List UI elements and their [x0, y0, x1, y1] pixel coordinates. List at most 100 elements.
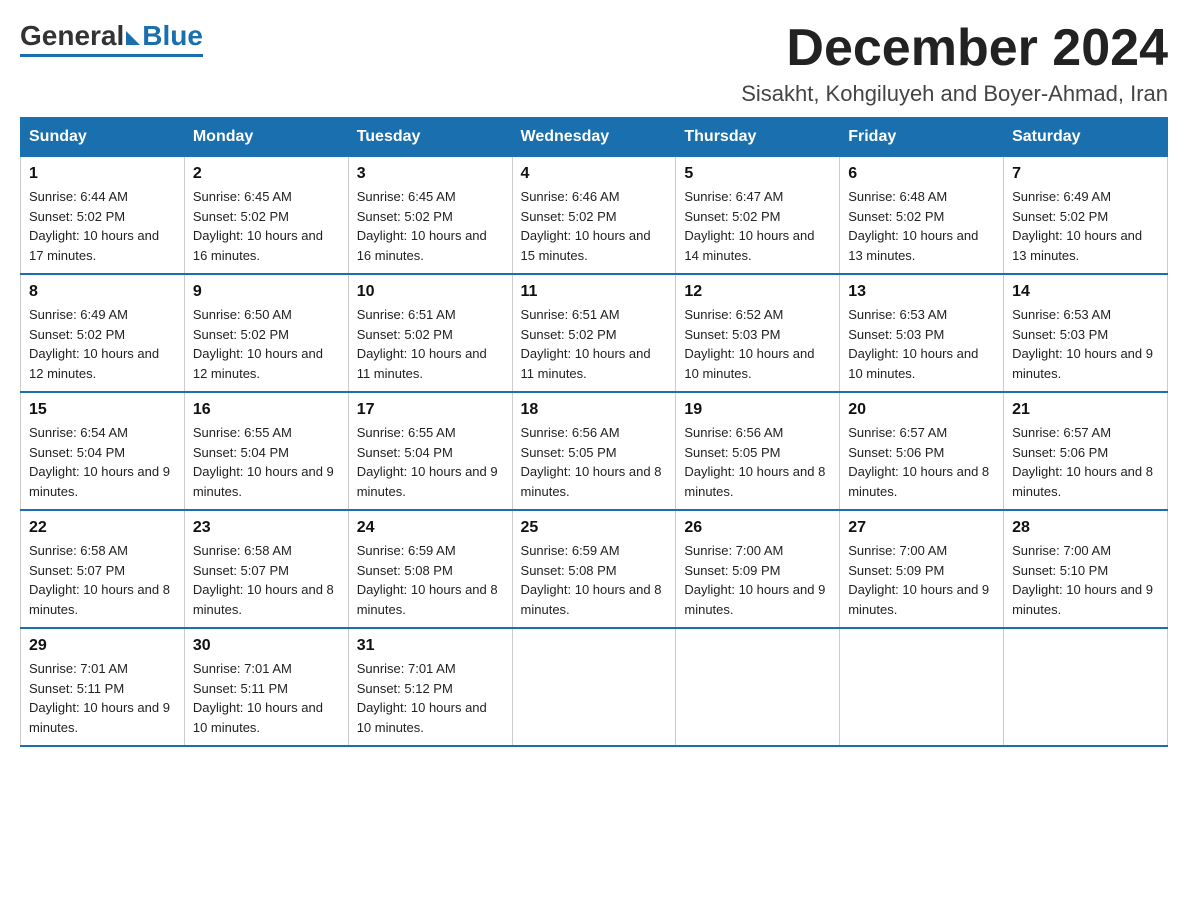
day-info: Sunrise: 6:53 AMSunset: 5:03 PMDaylight:… [848, 305, 995, 383]
day-info: Sunrise: 7:01 AMSunset: 5:12 PMDaylight:… [357, 659, 504, 737]
day-number: 19 [684, 401, 831, 419]
day-number: 18 [521, 401, 668, 419]
day-info: Sunrise: 7:00 AMSunset: 5:10 PMDaylight:… [1012, 541, 1159, 619]
title-block: December 2024 Sisakht, Kohgiluyeh and Bo… [741, 20, 1168, 107]
day-info: Sunrise: 6:51 AMSunset: 5:02 PMDaylight:… [357, 305, 504, 383]
calendar-table: SundayMondayTuesdayWednesdayThursdayFrid… [20, 117, 1168, 747]
day-info: Sunrise: 6:58 AMSunset: 5:07 PMDaylight:… [29, 541, 176, 619]
day-number: 13 [848, 283, 995, 301]
day-number: 31 [357, 637, 504, 655]
logo-underline [20, 54, 203, 57]
day-cell: 30 Sunrise: 7:01 AMSunset: 5:11 PMDaylig… [184, 628, 348, 746]
day-number: 7 [1012, 165, 1159, 183]
day-info: Sunrise: 7:01 AMSunset: 5:11 PMDaylight:… [193, 659, 340, 737]
header-row: SundayMondayTuesdayWednesdayThursdayFrid… [21, 118, 1168, 157]
day-number: 25 [521, 519, 668, 537]
day-info: Sunrise: 6:56 AMSunset: 5:05 PMDaylight:… [521, 423, 668, 501]
day-number: 16 [193, 401, 340, 419]
page-header: General Blue December 2024 Sisakht, Kohg… [20, 20, 1168, 107]
day-info: Sunrise: 7:00 AMSunset: 5:09 PMDaylight:… [848, 541, 995, 619]
day-number: 29 [29, 637, 176, 655]
day-number: 4 [521, 165, 668, 183]
day-info: Sunrise: 6:53 AMSunset: 5:03 PMDaylight:… [1012, 305, 1159, 383]
day-info: Sunrise: 6:59 AMSunset: 5:08 PMDaylight:… [357, 541, 504, 619]
day-info: Sunrise: 6:45 AMSunset: 5:02 PMDaylight:… [193, 187, 340, 265]
logo-general-text: General [20, 20, 124, 52]
day-cell: 12 Sunrise: 6:52 AMSunset: 5:03 PMDaylig… [676, 274, 840, 392]
day-cell [840, 628, 1004, 746]
day-cell [1004, 628, 1168, 746]
day-cell: 28 Sunrise: 7:00 AMSunset: 5:10 PMDaylig… [1004, 510, 1168, 628]
day-info: Sunrise: 7:00 AMSunset: 5:09 PMDaylight:… [684, 541, 831, 619]
day-cell: 24 Sunrise: 6:59 AMSunset: 5:08 PMDaylig… [348, 510, 512, 628]
week-row-4: 22 Sunrise: 6:58 AMSunset: 5:07 PMDaylig… [21, 510, 1168, 628]
day-cell: 31 Sunrise: 7:01 AMSunset: 5:12 PMDaylig… [348, 628, 512, 746]
day-number: 17 [357, 401, 504, 419]
day-cell: 15 Sunrise: 6:54 AMSunset: 5:04 PMDaylig… [21, 392, 185, 510]
day-cell: 3 Sunrise: 6:45 AMSunset: 5:02 PMDayligh… [348, 157, 512, 275]
day-cell: 10 Sunrise: 6:51 AMSunset: 5:02 PMDaylig… [348, 274, 512, 392]
day-info: Sunrise: 6:58 AMSunset: 5:07 PMDaylight:… [193, 541, 340, 619]
day-info: Sunrise: 6:45 AMSunset: 5:02 PMDaylight:… [357, 187, 504, 265]
day-number: 5 [684, 165, 831, 183]
day-cell: 5 Sunrise: 6:47 AMSunset: 5:02 PMDayligh… [676, 157, 840, 275]
day-cell: 6 Sunrise: 6:48 AMSunset: 5:02 PMDayligh… [840, 157, 1004, 275]
day-number: 9 [193, 283, 340, 301]
column-header-wednesday: Wednesday [512, 118, 676, 157]
day-number: 2 [193, 165, 340, 183]
day-info: Sunrise: 6:50 AMSunset: 5:02 PMDaylight:… [193, 305, 340, 383]
calendar-body: 1 Sunrise: 6:44 AMSunset: 5:02 PMDayligh… [21, 157, 1168, 747]
month-title: December 2024 [741, 20, 1168, 77]
day-cell: 25 Sunrise: 6:59 AMSunset: 5:08 PMDaylig… [512, 510, 676, 628]
day-number: 20 [848, 401, 995, 419]
location-title: Sisakht, Kohgiluyeh and Boyer-Ahmad, Ira… [741, 81, 1168, 107]
week-row-1: 1 Sunrise: 6:44 AMSunset: 5:02 PMDayligh… [21, 157, 1168, 275]
day-cell [512, 628, 676, 746]
day-cell: 9 Sunrise: 6:50 AMSunset: 5:02 PMDayligh… [184, 274, 348, 392]
day-info: Sunrise: 6:47 AMSunset: 5:02 PMDaylight:… [684, 187, 831, 265]
day-info: Sunrise: 6:55 AMSunset: 5:04 PMDaylight:… [357, 423, 504, 501]
day-cell: 14 Sunrise: 6:53 AMSunset: 5:03 PMDaylig… [1004, 274, 1168, 392]
day-cell: 13 Sunrise: 6:53 AMSunset: 5:03 PMDaylig… [840, 274, 1004, 392]
day-cell: 22 Sunrise: 6:58 AMSunset: 5:07 PMDaylig… [21, 510, 185, 628]
column-header-sunday: Sunday [21, 118, 185, 157]
day-number: 24 [357, 519, 504, 537]
day-cell: 27 Sunrise: 7:00 AMSunset: 5:09 PMDaylig… [840, 510, 1004, 628]
day-number: 22 [29, 519, 176, 537]
column-header-tuesday: Tuesday [348, 118, 512, 157]
day-info: Sunrise: 6:57 AMSunset: 5:06 PMDaylight:… [848, 423, 995, 501]
day-info: Sunrise: 6:52 AMSunset: 5:03 PMDaylight:… [684, 305, 831, 383]
day-cell [676, 628, 840, 746]
day-number: 26 [684, 519, 831, 537]
day-cell: 26 Sunrise: 7:00 AMSunset: 5:09 PMDaylig… [676, 510, 840, 628]
day-number: 30 [193, 637, 340, 655]
day-cell: 29 Sunrise: 7:01 AMSunset: 5:11 PMDaylig… [21, 628, 185, 746]
day-info: Sunrise: 6:49 AMSunset: 5:02 PMDaylight:… [29, 305, 176, 383]
day-number: 28 [1012, 519, 1159, 537]
day-info: Sunrise: 6:55 AMSunset: 5:04 PMDaylight:… [193, 423, 340, 501]
day-cell: 8 Sunrise: 6:49 AMSunset: 5:02 PMDayligh… [21, 274, 185, 392]
day-number: 1 [29, 165, 176, 183]
day-cell: 23 Sunrise: 6:58 AMSunset: 5:07 PMDaylig… [184, 510, 348, 628]
column-header-thursday: Thursday [676, 118, 840, 157]
day-info: Sunrise: 6:54 AMSunset: 5:04 PMDaylight:… [29, 423, 176, 501]
day-cell: 4 Sunrise: 6:46 AMSunset: 5:02 PMDayligh… [512, 157, 676, 275]
day-number: 8 [29, 283, 176, 301]
day-number: 27 [848, 519, 995, 537]
column-header-saturday: Saturday [1004, 118, 1168, 157]
day-info: Sunrise: 6:49 AMSunset: 5:02 PMDaylight:… [1012, 187, 1159, 265]
week-row-2: 8 Sunrise: 6:49 AMSunset: 5:02 PMDayligh… [21, 274, 1168, 392]
logo-blue-text: Blue [142, 20, 203, 52]
week-row-3: 15 Sunrise: 6:54 AMSunset: 5:04 PMDaylig… [21, 392, 1168, 510]
day-number: 3 [357, 165, 504, 183]
day-number: 15 [29, 401, 176, 419]
day-cell: 19 Sunrise: 6:56 AMSunset: 5:05 PMDaylig… [676, 392, 840, 510]
day-number: 21 [1012, 401, 1159, 419]
logo-arrow-icon [126, 31, 140, 45]
day-cell: 20 Sunrise: 6:57 AMSunset: 5:06 PMDaylig… [840, 392, 1004, 510]
day-info: Sunrise: 6:44 AMSunset: 5:02 PMDaylight:… [29, 187, 176, 265]
day-number: 12 [684, 283, 831, 301]
day-cell: 7 Sunrise: 6:49 AMSunset: 5:02 PMDayligh… [1004, 157, 1168, 275]
day-cell: 18 Sunrise: 6:56 AMSunset: 5:05 PMDaylig… [512, 392, 676, 510]
day-cell: 16 Sunrise: 6:55 AMSunset: 5:04 PMDaylig… [184, 392, 348, 510]
